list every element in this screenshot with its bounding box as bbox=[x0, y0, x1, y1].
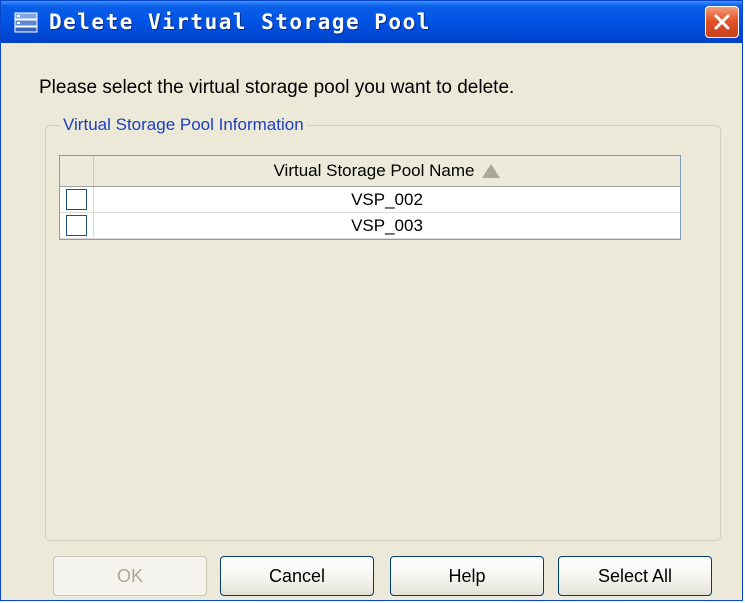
delete-pool-dialog: Delete Virtual Storage Pool Please selec… bbox=[0, 0, 743, 601]
close-button[interactable] bbox=[705, 6, 739, 38]
storage-pool-icon bbox=[14, 12, 38, 33]
window-title: Delete Virtual Storage Pool bbox=[49, 10, 431, 34]
table-row[interactable]: VSP_002 bbox=[60, 187, 680, 213]
title-bar[interactable]: Delete Virtual Storage Pool bbox=[1, 1, 742, 43]
row-checkbox[interactable] bbox=[66, 189, 87, 210]
close-icon bbox=[714, 14, 730, 30]
pool-table: Virtual Storage Pool Name VSP_002 VSP_00… bbox=[59, 155, 681, 240]
header-pool-name[interactable]: Virtual Storage Pool Name bbox=[94, 156, 680, 186]
header-pool-name-label: Virtual Storage Pool Name bbox=[273, 161, 475, 180]
row-checkbox[interactable] bbox=[66, 215, 87, 236]
select-all-button[interactable]: Select All bbox=[558, 556, 712, 596]
row-check-cell bbox=[60, 213, 94, 238]
header-check-column bbox=[60, 156, 94, 186]
row-check-cell bbox=[60, 187, 94, 212]
table-header: Virtual Storage Pool Name bbox=[60, 156, 680, 187]
cancel-button[interactable]: Cancel bbox=[220, 556, 374, 596]
group-label: Virtual Storage Pool Information bbox=[61, 115, 306, 135]
help-button[interactable]: Help bbox=[390, 556, 544, 596]
pool-name-cell: VSP_002 bbox=[351, 189, 423, 209]
table-row[interactable]: VSP_003 bbox=[60, 213, 680, 239]
ok-button[interactable]: OK bbox=[53, 556, 207, 596]
instruction-text: Please select the virtual storage pool y… bbox=[39, 77, 515, 98]
pool-name-cell: VSP_003 bbox=[351, 215, 423, 235]
sort-ascending-icon bbox=[482, 164, 501, 178]
